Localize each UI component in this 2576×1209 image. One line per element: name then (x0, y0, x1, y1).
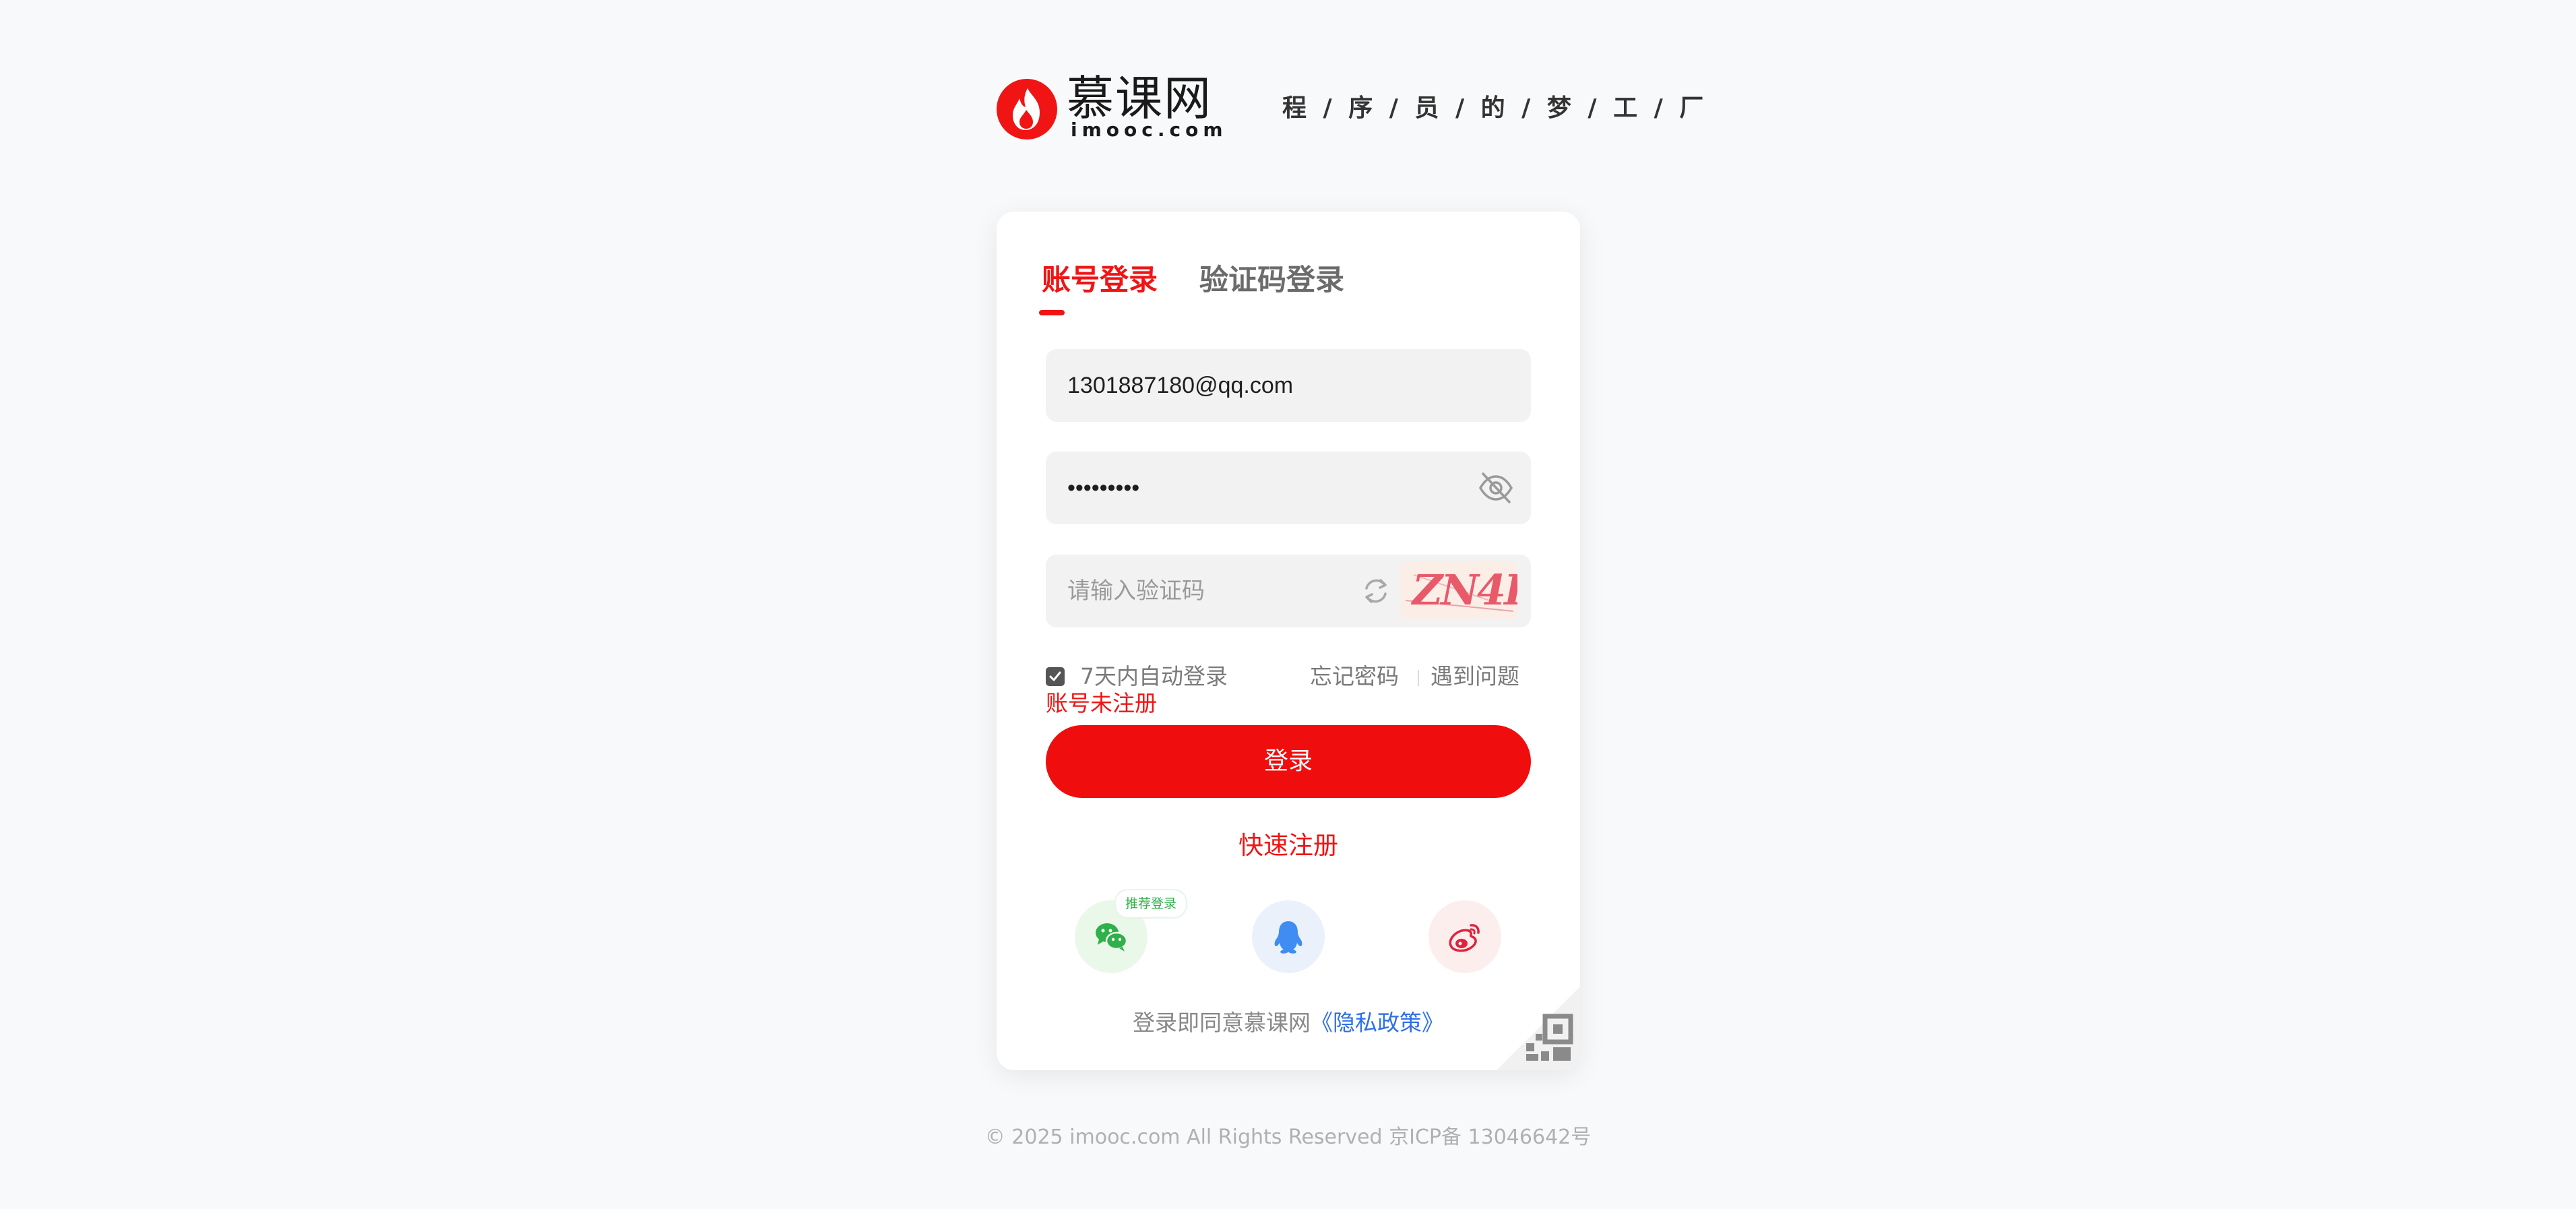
qr-code-icon[interactable] (1497, 987, 1580, 1070)
captcha-text: ZN4F (1412, 565, 1517, 615)
eye-off-icon[interactable] (1477, 469, 1515, 507)
quick-register-link[interactable]: 快速注册 (997, 829, 1580, 863)
password-field (1046, 452, 1531, 524)
forgot-password-link[interactable]: 忘记密码 (1310, 662, 1399, 691)
captcha-field: ZN4F (1046, 555, 1531, 627)
active-tab-indicator (1039, 310, 1065, 315)
weibo-icon (1449, 924, 1480, 952)
remember-checkbox[interactable] (1046, 667, 1065, 686)
error-message: 账号未注册 (1046, 690, 1157, 716)
copyright-footer: © 2025 imooc.com All Rights Reserved 京IC… (984, 1125, 1592, 1149)
tab-code-login[interactable]: 验证码登录 (1199, 261, 1344, 299)
email-field (1046, 349, 1531, 422)
privacy-notice: 登录即同意慕课网《隐私政策》 (997, 1008, 1580, 1038)
weibo-login-button[interactable] (1428, 900, 1501, 973)
password-input[interactable] (1067, 452, 1472, 524)
refresh-icon[interactable] (1360, 575, 1392, 607)
brand-slogan: 程 / 序 / 员 / 的 / 梦 / 工 / 厂 (1282, 94, 1708, 122)
remember-label[interactable]: 7天内自动登录 (1080, 662, 1228, 691)
flame-logo-icon[interactable] (997, 79, 1057, 140)
privacy-notice-prefix: 登录即同意慕课网 (1133, 1010, 1311, 1036)
qq-icon (1274, 921, 1302, 954)
email-input[interactable] (1067, 349, 1472, 422)
help-link[interactable]: 遇到问题 (1431, 662, 1519, 691)
qq-login-button[interactable] (1252, 900, 1325, 973)
page-header: 慕课网 imooc.com 程 / 序 / 员 / 的 / 梦 / 工 / 厂 (997, 71, 1703, 143)
login-card: 账号登录 验证码登录 1301887180@qq.com 请输入验证码 ZN4 … (997, 212, 1580, 1070)
link-divider (1418, 670, 1419, 686)
wechat-icon (1096, 923, 1128, 952)
captcha-image[interactable]: ZN4F (1400, 561, 1517, 619)
brand-name-cn[interactable]: 慕课网 (1067, 71, 1212, 125)
tab-account-login[interactable]: 账号登录 (1042, 261, 1158, 299)
brand-name-en[interactable]: imooc.com (1071, 120, 1228, 140)
recommend-badge: 推荐登录 (1114, 889, 1188, 919)
privacy-policy-link[interactable]: 《隐私政策》 (1311, 1010, 1444, 1036)
login-button[interactable]: 登录 (1046, 725, 1531, 798)
